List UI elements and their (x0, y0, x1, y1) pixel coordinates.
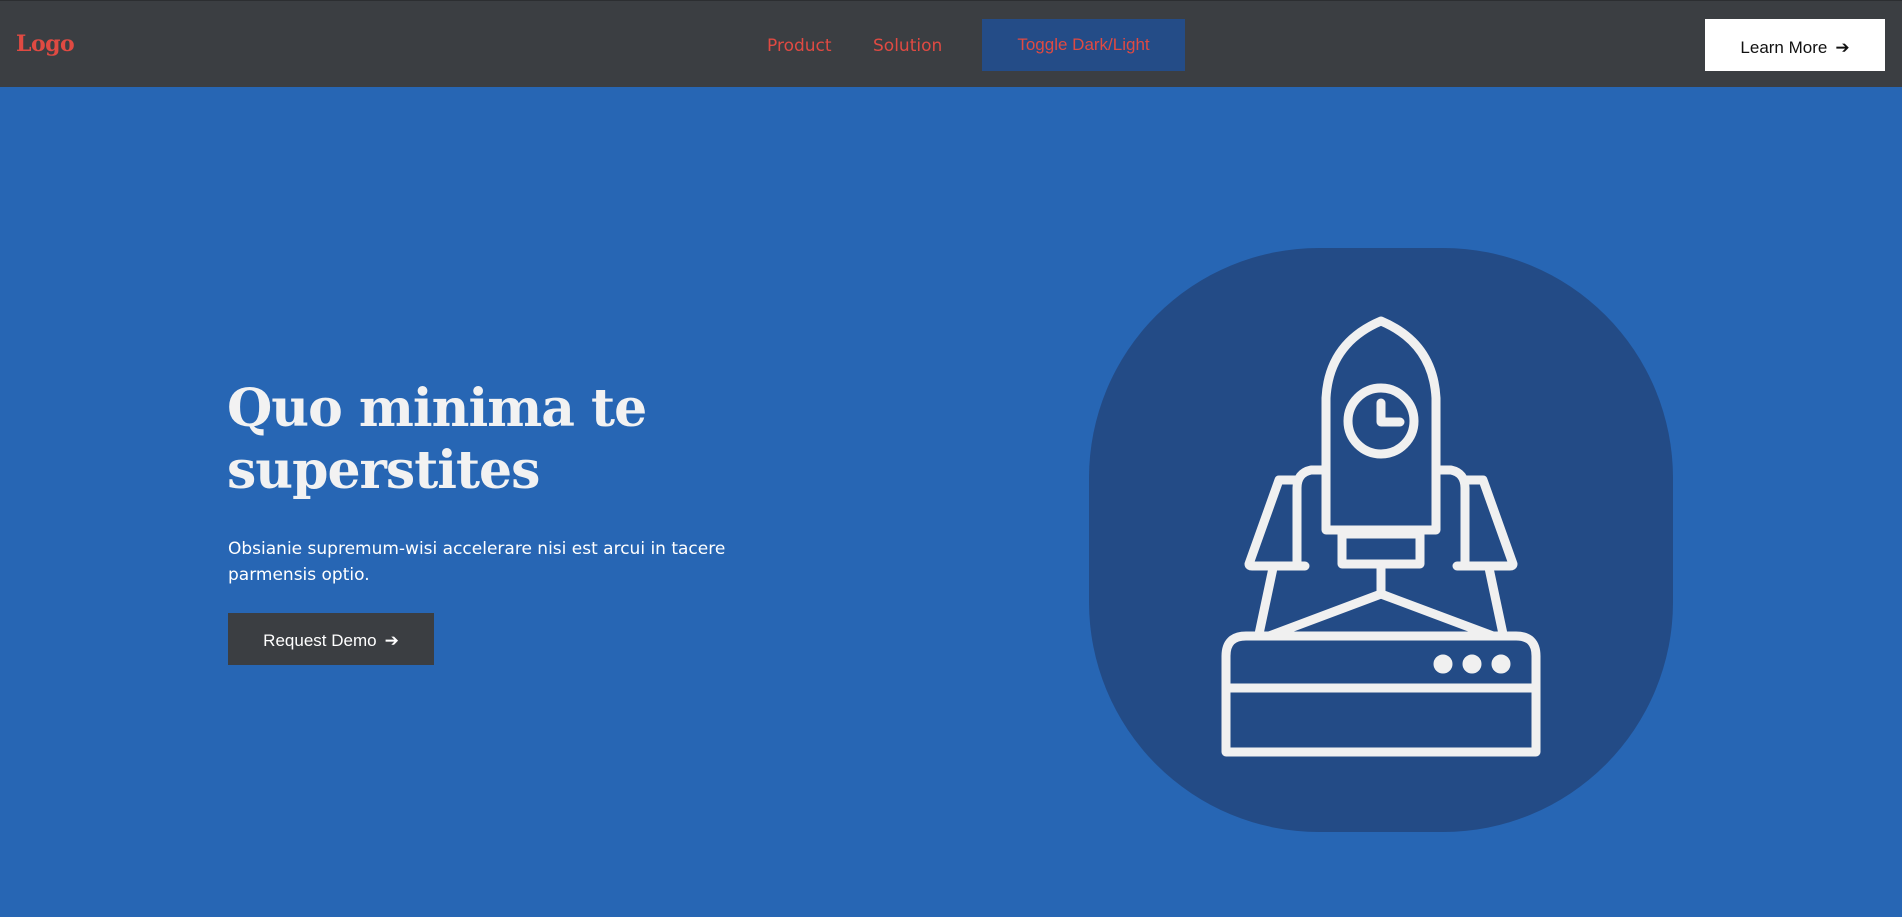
hero-description: Obsianie supremum-wisi accelerare nisi e… (228, 539, 726, 585)
nav-link-product[interactable]: Product (767, 36, 832, 56)
rocket-launch-icon (1221, 316, 1541, 757)
learn-more-button[interactable]: Learn More ➔ (1705, 19, 1885, 71)
nav-link-solution[interactable]: Solution (873, 36, 942, 56)
hero-title: Quo minima te superstites (227, 378, 647, 501)
logo[interactable]: Logo (16, 31, 75, 57)
theme-toggle-button[interactable]: Toggle Dark/Light (982, 19, 1185, 71)
request-demo-label: Request Demo (263, 630, 377, 650)
arrow-right-icon: ➔ (384, 630, 399, 650)
learn-more-label: Learn More (1740, 37, 1828, 57)
hero-illustration (1089, 248, 1673, 832)
theme-toggle-label: Toggle Dark/Light (1017, 35, 1150, 54)
request-demo-button[interactable]: Request Demo ➔ (228, 613, 434, 665)
navbar: Logo Product Solution Toggle Dark/Light … (0, 0, 1902, 87)
arrow-right-icon: ➔ (1835, 37, 1850, 57)
